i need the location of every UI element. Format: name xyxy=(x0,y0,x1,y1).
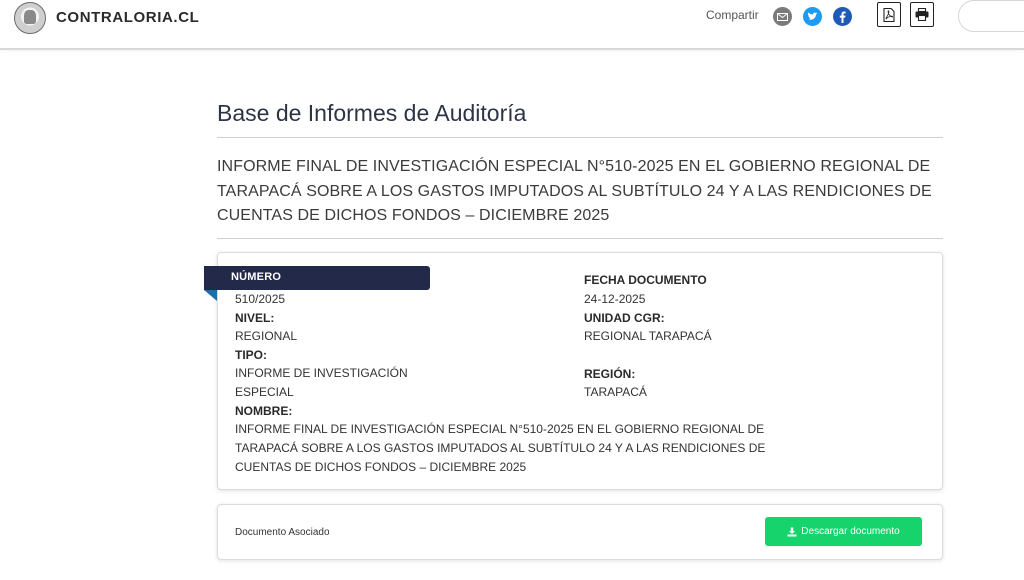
region-label: REGIÓN: xyxy=(584,367,636,381)
unidad-label: UNIDAD CGR: xyxy=(584,311,665,325)
report-title: INFORME FINAL DE INVESTIGACIÓN ESPECIAL … xyxy=(217,158,932,224)
nombre-line1: INFORME FINAL DE INVESTIGACIÓN ESPECIAL … xyxy=(235,422,765,436)
fecha-value: 24-12-2025 xyxy=(584,292,646,306)
search-input[interactable] xyxy=(958,0,1024,32)
tipo-value-line1: INFORME DE INVESTIGACIÓN xyxy=(235,366,408,380)
title-divider xyxy=(217,137,943,138)
mail-icon[interactable] xyxy=(773,7,792,26)
fecha-label: FECHA DOCUMENTO xyxy=(584,273,707,287)
numero-value: 510/2025 xyxy=(235,292,286,306)
report-title-divider xyxy=(217,238,943,239)
download-document-button[interactable]: Descargar documento xyxy=(765,517,922,546)
numero-label: NÚMERO xyxy=(231,271,282,283)
pdf-icon[interactable] xyxy=(877,2,901,27)
nombre-line2: TARAPACÁ SOBRE A LOS GASTOS IMPUTADOS AL… xyxy=(235,441,766,455)
share-label: Compartir xyxy=(706,8,759,22)
printer-glyph xyxy=(915,8,929,21)
ribbon-fold xyxy=(204,290,217,301)
envelope-glyph xyxy=(777,12,788,21)
facebook-icon[interactable] xyxy=(833,7,852,26)
nivel-label: NIVEL: xyxy=(235,311,275,325)
contraloria-seal-icon[interactable] xyxy=(14,2,46,34)
nombre-label: NOMBRE: xyxy=(235,404,293,418)
top-bar: CONTRALORIA.CL Compartir xyxy=(0,0,1024,50)
print-icon[interactable] xyxy=(910,2,934,27)
site-logo-text[interactable]: CONTRALORIA.CL xyxy=(56,9,199,26)
page-title: Base de Informes de Auditoría xyxy=(217,100,527,126)
download-icon xyxy=(787,527,797,536)
bird-glyph xyxy=(807,12,818,20)
tipo-label: TIPO: xyxy=(235,348,267,362)
unidad-value: REGIONAL TARAPACÁ xyxy=(584,329,712,343)
twitter-icon[interactable] xyxy=(803,7,822,26)
download-button-label: Descargar documento xyxy=(801,526,900,537)
tipo-value-line2: ESPECIAL xyxy=(235,385,294,399)
facebook-f-glyph xyxy=(839,11,846,23)
nombre-line3: CUENTAS DE DICHOS FONDOS – DICIEMBRE 202… xyxy=(235,460,527,474)
pdf-file-glyph xyxy=(883,7,895,22)
region-value: TARAPACÁ xyxy=(584,385,647,399)
nivel-value: REGIONAL xyxy=(235,329,298,343)
associated-document-label: Documento Asociado xyxy=(235,527,330,538)
